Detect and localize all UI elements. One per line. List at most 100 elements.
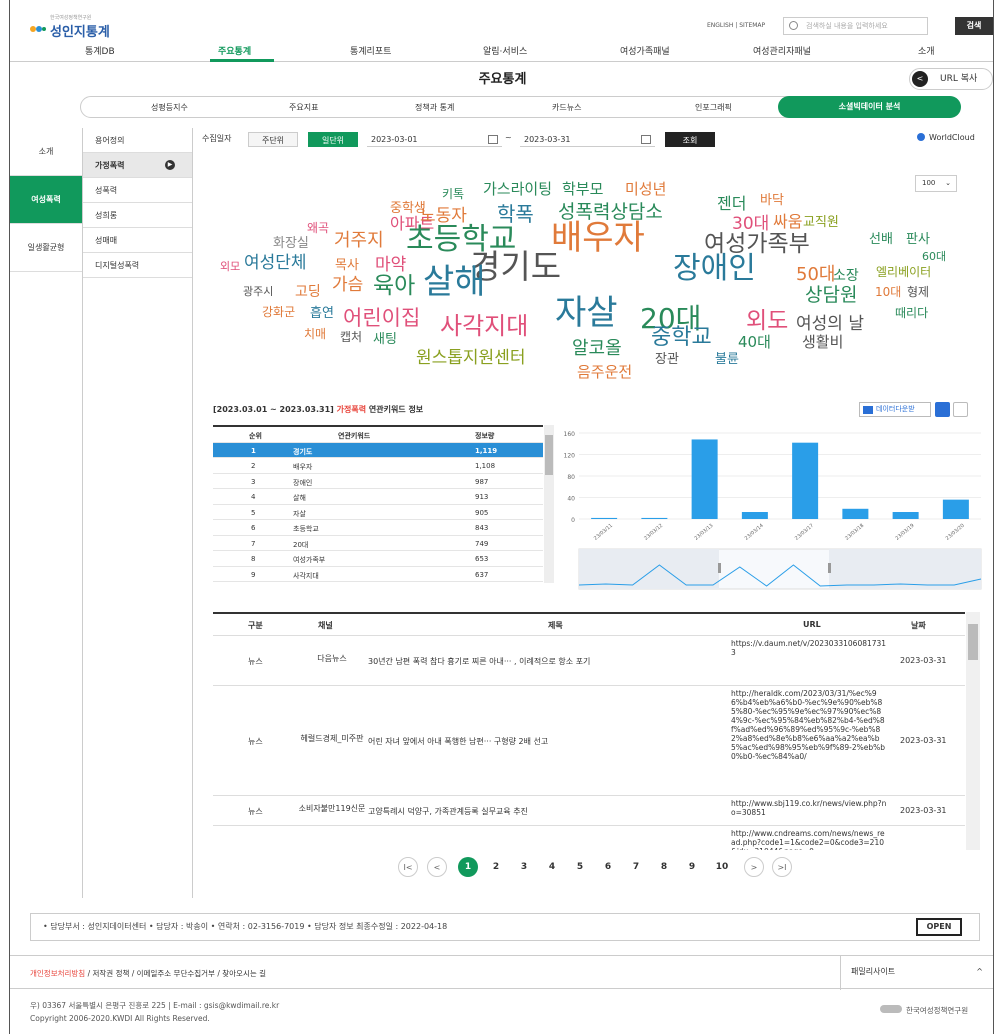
bar[interactable] <box>641 517 668 519</box>
cloud-word[interactable]: 알코올 <box>572 340 622 358</box>
page-9[interactable]: 9 <box>682 857 702 877</box>
cell-url[interactable]: https://v.daum.net/v/20230331060817313 <box>731 639 887 657</box>
cloud-word[interactable]: 음주운전 <box>577 365 632 380</box>
cloud-word[interactable]: 생활비 <box>802 335 843 350</box>
bar[interactable] <box>741 512 768 519</box>
cloud-word[interactable]: 원스톱지원센터 <box>416 350 525 367</box>
cloud-word[interactable]: 육아 <box>373 275 415 298</box>
cloud-word[interactable]: 40대 <box>738 335 771 350</box>
data-download-button[interactable]: 데이터다운받 <box>859 402 931 417</box>
family-site-select[interactable]: 패밀리사이트 ^ <box>840 956 993 990</box>
search-input[interactable]: 검색하실 내용을 입력하세요 <box>783 17 928 35</box>
cloud-word[interactable]: 바닥 <box>760 194 784 207</box>
cloud-word[interactable]: 교직원 <box>803 216 839 229</box>
page-8[interactable]: 8 <box>654 857 674 877</box>
nav-main-stats[interactable]: 주요통계 <box>218 44 251 57</box>
page-10[interactable]: 10 <box>712 857 732 877</box>
week-button[interactable]: 주단위 <box>248 132 298 147</box>
nav-stats-db[interactable]: 통계DB <box>85 44 115 57</box>
table-row[interactable]: 7 20대 749 <box>213 536 543 551</box>
page-6[interactable]: 6 <box>598 857 618 877</box>
cloud-word[interactable]: 목사 <box>335 259 359 272</box>
navigator-handle[interactable] <box>718 563 721 573</box>
page-3[interactable]: 3 <box>514 857 534 877</box>
cell-title[interactable]: 고양특례시 덕양구, 가족관계등록 실무교육 추진 <box>368 806 728 817</box>
nav-report[interactable]: 통계리포트 <box>350 44 391 57</box>
cell-url[interactable]: http://heraldk.com/2023/03/31/%ec%96%b4%… <box>731 689 887 761</box>
table-row[interactable]: 뉴스 헤럴드경제_미주판 어린 자녀 앞에서 아내 폭행한 남편··· 구형량 2배… <box>213 686 965 796</box>
bar[interactable] <box>792 442 819 519</box>
cloud-word[interactable]: 흡연 <box>310 307 334 320</box>
nav-about[interactable]: 소개 <box>918 44 935 57</box>
tab-policy-stats[interactable]: 정책과 통계 <box>415 102 454 113</box>
table-row[interactable]: 9 사각지대 637 <box>213 567 543 582</box>
url-copy-button[interactable]: < URL 복사 <box>909 68 993 90</box>
sidebar-item-digital[interactable]: 디지털성폭력 <box>83 253 192 278</box>
cloud-word[interactable]: 왜곡 <box>307 222 329 234</box>
cloud-word[interactable]: 50대 <box>796 266 835 284</box>
cloud-word[interactable]: 학폭 <box>497 204 534 224</box>
cloud-word[interactable]: 선배 <box>869 233 893 246</box>
cloud-word[interactable]: 학부모 <box>562 182 603 197</box>
cloud-word[interactable]: 가스라이팅 <box>483 182 552 197</box>
end-date-input[interactable]: 2023-03-31 <box>520 132 655 147</box>
table-row[interactable]: 뉴스 다음뉴스 30년간 남편 폭력 참다 흉기로 찌른 아내··· , 이례적으로… <box>213 636 965 686</box>
day-button[interactable]: 일단위 <box>308 132 358 147</box>
tab-social-bigdata[interactable]: 소셜빅데이터 분석 <box>778 96 961 118</box>
nav-family-panel[interactable]: 여성가족패널 <box>620 44 670 57</box>
table-row[interactable]: 뉴스 소비자불만119신문 고양특례시 덕양구, 가족관계등록 실무교육 추진 htt… <box>213 796 965 826</box>
worldcloud-radio[interactable]: WorldCloud <box>917 133 975 142</box>
cloud-word[interactable]: 마약 <box>375 257 406 274</box>
cloud-word[interactable]: 중학교 <box>651 327 712 349</box>
bar-chart-icon[interactable] <box>935 402 950 417</box>
cloud-word[interactable]: 자살 <box>555 296 618 330</box>
sidebar-item-harassment[interactable]: 성희롱 <box>83 203 192 228</box>
tab-gender-index[interactable]: 성평등지수 <box>151 102 188 113</box>
cloud-word[interactable]: 때리다 <box>895 307 928 319</box>
cloud-word[interactable]: 젠더 <box>717 196 746 212</box>
sidebar-item-violence[interactable]: 여성폭력 <box>10 176 82 224</box>
news-scrollbar[interactable] <box>966 612 980 850</box>
cloud-word[interactable]: 외도 <box>746 310 788 333</box>
scrollbar-thumb[interactable] <box>545 435 553 475</box>
cloud-word[interactable]: 치매 <box>304 328 326 340</box>
cloud-word[interactable]: 키톡 <box>442 188 464 200</box>
cloud-word[interactable]: 싸움 <box>773 214 802 230</box>
cloud-word[interactable]: 불륜 <box>715 353 739 366</box>
table-row[interactable]: 1 경기도 1,119 <box>213 442 543 458</box>
cloud-word[interactable]: 화장실 <box>273 237 309 250</box>
next-page-button[interactable]: > <box>744 857 764 877</box>
page-2[interactable]: 2 <box>486 857 506 877</box>
search-query-button[interactable]: 조회 <box>665 132 715 147</box>
cloud-word[interactable]: 외모 <box>220 261 240 272</box>
table-row[interactable]: 8 여성가족부 653 <box>213 551 543 567</box>
keyword-scrollbar[interactable] <box>544 425 554 583</box>
first-page-button[interactable]: I< <box>398 857 418 877</box>
sidebar-item-intro[interactable]: 소개 <box>10 128 82 176</box>
cloud-word[interactable]: 거주지 <box>334 232 384 250</box>
cloud-word[interactable]: 새팅 <box>373 333 397 346</box>
cloud-word[interactable]: 여성단체 <box>244 255 307 272</box>
sidebar-item-worklife[interactable]: 일생활균형 <box>10 224 82 272</box>
cloud-word[interactable]: 10대 <box>875 286 901 298</box>
logo[interactable]: 한국여성정책연구원 성인지통계 <box>30 14 110 40</box>
cloud-word[interactable]: 여성의 날 <box>796 316 864 333</box>
bar[interactable] <box>892 512 919 519</box>
prev-page-button[interactable]: < <box>427 857 447 877</box>
tab-card-news[interactable]: 카드뉴스 <box>552 102 581 113</box>
table-row[interactable]: 3 장애인 987 <box>213 474 543 489</box>
cloud-word[interactable]: 사각지대 <box>440 314 528 338</box>
calendar-icon[interactable] <box>488 135 498 144</box>
tab-infographic[interactable]: 인포그래픽 <box>695 102 732 113</box>
table-row[interactable]: 5 자살 905 <box>213 505 543 520</box>
start-date-input[interactable]: 2023-03-01 <box>367 132 502 147</box>
search-button[interactable]: 검색 <box>955 17 993 35</box>
page-7[interactable]: 7 <box>626 857 646 877</box>
cloud-word[interactable]: 살해 <box>423 265 486 299</box>
cloud-word[interactable]: 상담원 <box>805 286 857 305</box>
bar[interactable] <box>942 499 969 519</box>
line-chart-icon[interactable] <box>953 402 968 417</box>
cloud-word[interactable]: 배우자 <box>551 221 645 255</box>
cloud-word[interactable]: 강화군 <box>262 306 295 318</box>
table-row[interactable]: 6 초등학교 843 <box>213 520 543 536</box>
